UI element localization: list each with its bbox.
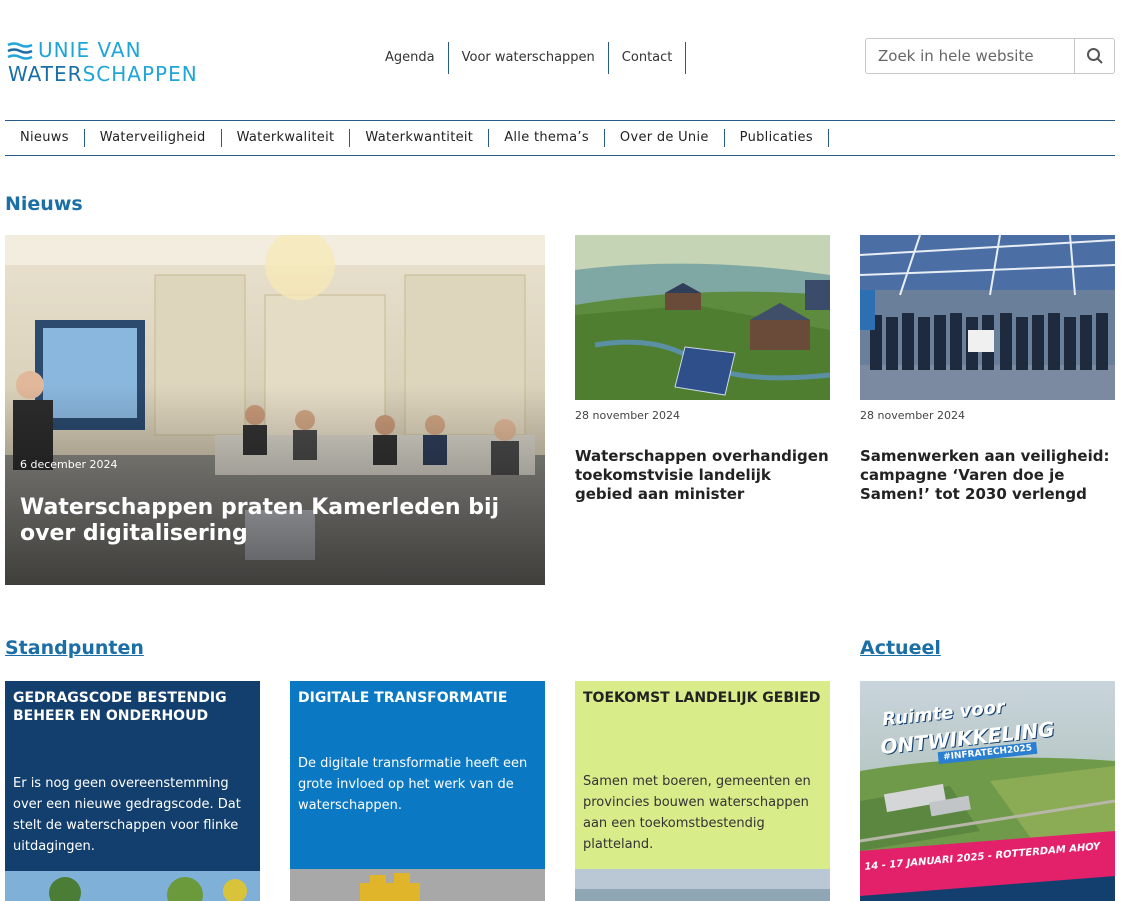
- standpunt-tile-text: De digitale transformatie heeft een grot…: [298, 756, 528, 813]
- wave-logo-icon: [7, 42, 33, 60]
- news-card[interactable]: 28 november 2024 Samenwerken aan veiligh…: [860, 235, 1115, 504]
- main-navigation: Nieuws Waterveiligheid Waterkwaliteit Wa…: [5, 120, 1115, 156]
- news-card-date: 28 november 2024: [575, 409, 680, 422]
- standpunt-tile-toekomst-landelijk-gebied[interactable]: TOEKOMST LANDELIJK GEBIED Samen met boer…: [575, 681, 830, 901]
- standpunt-tile-text: Samen met boeren, gemeenten en provincie…: [583, 774, 811, 852]
- feature-news-card[interactable]: 6 december 2024 Waterschappen praten Kam…: [5, 235, 545, 585]
- news-card-title: Samenwerken aan veiligheid: campagne ‘Va…: [860, 447, 1110, 503]
- site-logo[interactable]: UNIE VAN WATERSCHAPPEN: [6, 38, 216, 88]
- topnav-contact[interactable]: Contact: [609, 42, 687, 74]
- mainnav-waterveiligheid[interactable]: Waterveiligheid: [85, 129, 222, 147]
- standpunten-section-link[interactable]: Standpunten: [5, 637, 144, 659]
- search-input[interactable]: [866, 39, 1074, 73]
- search-box: [865, 38, 1115, 74]
- standpunt-tile-image: [290, 869, 545, 901]
- standpunt-tile-heading: DIGITALE TRANSFORMATIE: [298, 690, 508, 706]
- standpunt-tile-gedragscode[interactable]: GEDRAGSCODE BESTENDIG BEHEER EN ONDERHOU…: [5, 681, 260, 901]
- mainnav-waterkwantiteit[interactable]: Waterkwantiteit: [350, 129, 490, 147]
- logo-line-2: WATERSCHAPPEN: [8, 62, 198, 86]
- mainnav-alle-themas[interactable]: Alle thema’s: [489, 129, 605, 147]
- news-card-image: [860, 235, 1115, 400]
- feature-news-title: Waterschappen praten Kamerleden bij over…: [20, 495, 500, 546]
- search-button[interactable]: [1074, 39, 1114, 73]
- standpunt-tile-heading: TOEKOMST LANDELIJK GEBIED: [583, 690, 821, 706]
- actueel-section-link[interactable]: Actueel: [860, 637, 941, 659]
- news-card-image: [575, 235, 830, 400]
- actueel-banner[interactable]: Ruimte voor ONTWIKKELING #INFRATECH2025 …: [860, 681, 1115, 901]
- news-card-title: Waterschappen overhandigen toekomstvisie…: [575, 447, 829, 503]
- top-navigation: Agenda Voor waterschappen Contact: [372, 42, 687, 74]
- standpunt-tile-image: [575, 869, 830, 901]
- standpunt-tile-heading: GEDRAGSCODE BESTENDIG BEHEER EN ONDERHOU…: [13, 690, 227, 724]
- news-card-date: 28 november 2024: [860, 409, 965, 422]
- search-icon: [1086, 48, 1103, 64]
- logo-word-water: WATER: [8, 62, 83, 86]
- mainnav-nieuws[interactable]: Nieuws: [5, 129, 85, 147]
- topnav-agenda[interactable]: Agenda: [372, 42, 449, 74]
- standpunt-tile-image: [5, 871, 260, 901]
- mainnav-waterkwaliteit[interactable]: Waterkwaliteit: [222, 129, 351, 147]
- standpunt-tile-digitale-transformatie[interactable]: DIGITALE TRANSFORMATIE De digitale trans…: [290, 681, 545, 901]
- mainnav-over-de-unie[interactable]: Over de Unie: [605, 129, 725, 147]
- logo-word-schappen: SCHAPPEN: [82, 62, 198, 86]
- news-card[interactable]: 28 november 2024 Waterschappen overhandi…: [575, 235, 830, 504]
- standpunt-tile-text: Er is nog geen overeenstemming over een …: [13, 776, 241, 854]
- logo-line-1: UNIE VAN: [38, 38, 142, 62]
- mainnav-publicaties[interactable]: Publicaties: [725, 129, 829, 147]
- topnav-voor-waterschappen[interactable]: Voor waterschappen: [449, 42, 609, 74]
- feature-news-date: 6 december 2024: [20, 458, 118, 471]
- news-section-title: Nieuws: [5, 193, 83, 215]
